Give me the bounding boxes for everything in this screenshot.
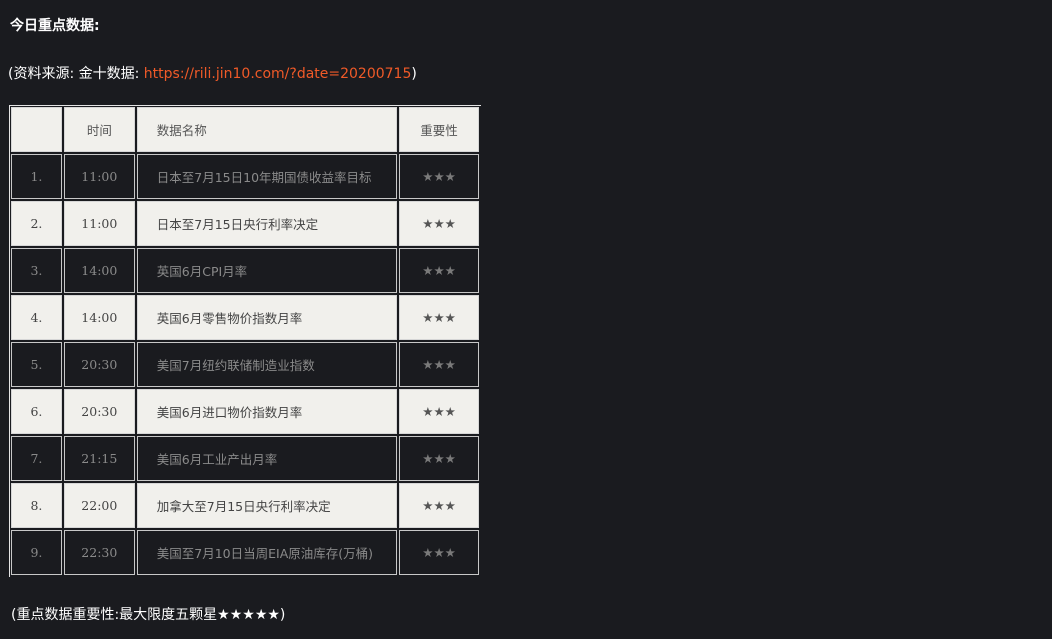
header-name: 数据名称 bbox=[136, 107, 398, 152]
row-importance-stars: ★★★ bbox=[399, 436, 479, 481]
table-row: 2. 11:00 日本至7月15日央行利率决定 ★★★ bbox=[11, 201, 479, 246]
row-time: 11:00 bbox=[63, 154, 135, 199]
table-row: 1. 11:00 日本至7月15日10年期国债收益率目标 ★★★ bbox=[11, 154, 479, 199]
table-row: 4. 14:00 英国6月零售物价指数月率 ★★★ bbox=[11, 295, 479, 340]
data-table: 时间 数据名称 重要性 1. 11:00 日本至7月15日10年期国债收益率目标 ★★… bbox=[9, 105, 481, 577]
table-row: 3. 14:00 英国6月CPI月率 ★★★ bbox=[11, 248, 479, 293]
table-row: 6. 20:30 美国6月进口物价指数月率 ★★★ bbox=[11, 389, 479, 434]
table-header-row: 时间 数据名称 重要性 bbox=[11, 107, 479, 152]
row-importance-stars: ★★★ bbox=[399, 483, 479, 528]
row-time: 21:15 bbox=[63, 436, 135, 481]
data-table-container: 时间 数据名称 重要性 1. 11:00 日本至7月15日10年期国债收益率目标 ★★… bbox=[9, 105, 481, 577]
source-line: (资料来源: 金十数据: https://rili.jin10.com/?dat… bbox=[8, 63, 417, 83]
row-time: 22:00 bbox=[63, 483, 135, 528]
table-row: 8. 22:00 加拿大至7月15日央行利率决定 ★★★ bbox=[11, 483, 479, 528]
source-suffix: ) bbox=[411, 66, 417, 82]
table-row: 9. 22:30 美国至7月10日当周EIA原油库存(万桶) ★★★ bbox=[11, 530, 479, 575]
row-importance-stars: ★★★ bbox=[399, 342, 479, 387]
row-time: 20:30 bbox=[63, 342, 135, 387]
table-row: 5. 20:30 美国7月纽约联储制造业指数 ★★★ bbox=[11, 342, 479, 387]
row-index: 3. bbox=[11, 248, 62, 293]
table-row: 7. 21:15 美国6月工业产出月率 ★★★ bbox=[11, 436, 479, 481]
row-data-name: 日本至7月15日10年期国债收益率目标 bbox=[136, 154, 398, 199]
source-prefix: (资料来源: 金十数据: bbox=[8, 66, 144, 82]
page-heading: 今日重点数据: bbox=[10, 18, 100, 34]
row-time: 20:30 bbox=[63, 389, 135, 434]
header-time: 时间 bbox=[63, 107, 135, 152]
source-link[interactable]: https://rili.jin10.com/?date=20200715 bbox=[144, 66, 412, 82]
row-time: 14:00 bbox=[63, 295, 135, 340]
row-index: 7. bbox=[11, 436, 62, 481]
header-index bbox=[11, 107, 62, 152]
header-importance: 重要性 bbox=[399, 107, 479, 152]
table-body: 1. 11:00 日本至7月15日10年期国债收益率目标 ★★★ 2. 11:00 日本至7… bbox=[11, 154, 479, 575]
row-importance-stars: ★★★ bbox=[399, 530, 479, 575]
row-importance-stars: ★★★ bbox=[399, 248, 479, 293]
row-data-name: 美国6月进口物价指数月率 bbox=[136, 389, 398, 434]
row-importance-stars: ★★★ bbox=[399, 389, 479, 434]
row-index: 2. bbox=[11, 201, 62, 246]
row-time: 22:30 bbox=[63, 530, 135, 575]
row-data-name: 英国6月零售物价指数月率 bbox=[136, 295, 398, 340]
row-index: 8. bbox=[11, 483, 62, 528]
row-data-name: 美国7月纽约联储制造业指数 bbox=[136, 342, 398, 387]
row-importance-stars: ★★★ bbox=[399, 295, 479, 340]
row-index: 1. bbox=[11, 154, 62, 199]
row-data-name: 日本至7月15日央行利率决定 bbox=[136, 201, 398, 246]
row-data-name: 美国6月工业产出月率 bbox=[136, 436, 398, 481]
row-data-name: 英国6月CPI月率 bbox=[136, 248, 398, 293]
row-index: 4. bbox=[11, 295, 62, 340]
row-time: 11:00 bbox=[63, 201, 135, 246]
row-index: 9. bbox=[11, 530, 62, 575]
row-data-name: 美国至7月10日当周EIA原油库存(万桶) bbox=[136, 530, 398, 575]
row-time: 14:00 bbox=[63, 248, 135, 293]
footer-note: (重点数据重要性:最大限度五颗星★★★★★) bbox=[11, 607, 286, 623]
row-index: 6. bbox=[11, 389, 62, 434]
row-data-name: 加拿大至7月15日央行利率决定 bbox=[136, 483, 398, 528]
row-importance-stars: ★★★ bbox=[399, 154, 479, 199]
row-index: 5. bbox=[11, 342, 62, 387]
row-importance-stars: ★★★ bbox=[399, 201, 479, 246]
